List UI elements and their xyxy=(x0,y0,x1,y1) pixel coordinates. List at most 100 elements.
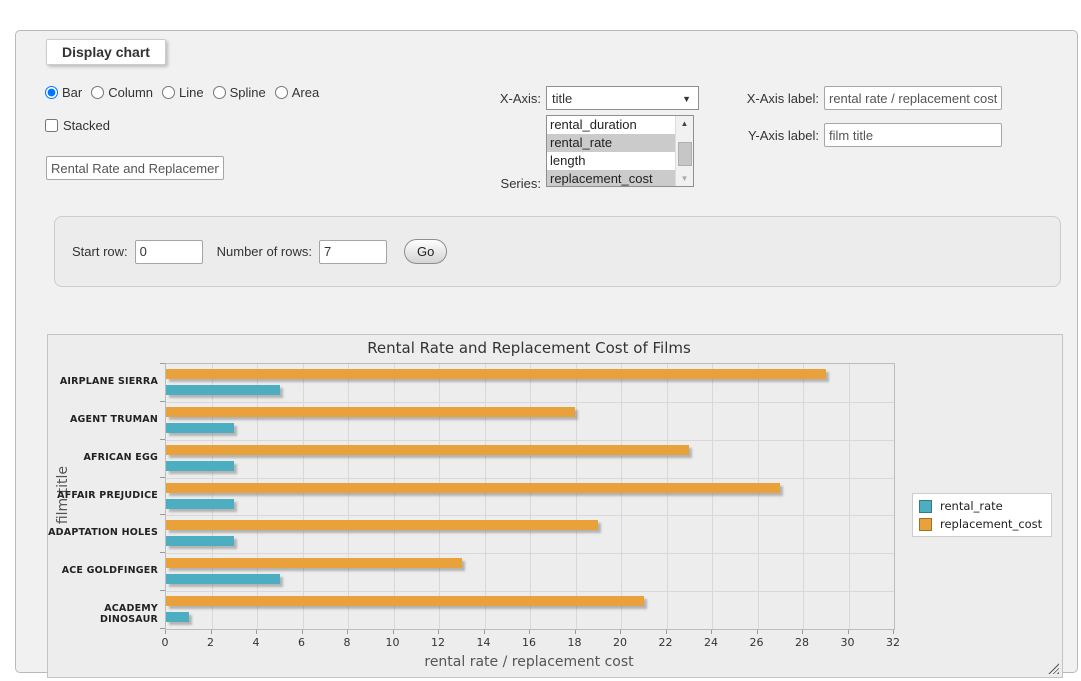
gridline-vertical xyxy=(667,364,668,629)
bar-replacement_cost xyxy=(166,445,689,455)
gridline-horizontal xyxy=(166,440,894,441)
x-axis-tick xyxy=(666,630,667,634)
chart-legend: rental_ratereplacement_cost xyxy=(912,493,1052,537)
x-axis-tick xyxy=(165,630,166,634)
gridline-horizontal xyxy=(166,515,894,516)
x-tick-label: 6 xyxy=(287,636,317,649)
x-axis-title: rental rate / replacement cost xyxy=(165,654,893,670)
gridline-vertical xyxy=(485,364,486,629)
series-options: rental_durationrental_ratelengthreplacem… xyxy=(547,116,675,186)
x-tick-label: 0 xyxy=(150,636,180,649)
x-axis-tick xyxy=(484,630,485,634)
x-tick-label: 30 xyxy=(833,636,863,649)
y-axis-tick xyxy=(160,401,165,402)
bar-rental_rate xyxy=(166,499,234,509)
x-axis-tick xyxy=(393,630,394,634)
x-axis-label-field-label: X-Axis label: xyxy=(728,91,819,106)
gridline-horizontal xyxy=(166,478,894,479)
gridline-vertical xyxy=(803,364,804,629)
y-category-label: AFRICAN EGG xyxy=(48,452,158,463)
bar-rental_rate xyxy=(166,574,280,584)
series-listbox-label: Series: xyxy=(446,176,541,191)
series-option-rental_duration[interactable]: rental_duration xyxy=(547,116,675,134)
series-option-length[interactable]: length xyxy=(547,152,675,170)
x-axis-tick xyxy=(620,630,621,634)
x-axis-tick xyxy=(575,630,576,634)
bar-rental_rate xyxy=(166,423,234,433)
scroll-up-icon[interactable]: ▲ xyxy=(676,116,693,131)
gridline-vertical xyxy=(530,364,531,629)
series-listbox[interactable]: rental_durationrental_ratelengthreplacem… xyxy=(546,115,694,187)
stacked-label: Stacked xyxy=(63,118,110,133)
stacked-checkbox[interactable] xyxy=(45,119,58,132)
chart-type-option-spline: Spline xyxy=(213,85,266,100)
series-listbox-scrollbar[interactable]: ▲ ▼ xyxy=(675,116,693,186)
x-tick-label: 4 xyxy=(241,636,271,649)
x-tick-label: 2 xyxy=(196,636,226,649)
gridline-vertical xyxy=(394,364,395,629)
chart-type-option-line: Line xyxy=(162,85,204,100)
gridline-vertical xyxy=(758,364,759,629)
chart-type-label: Area xyxy=(292,85,319,100)
row-range-panel: Start row: Number of rows: Go xyxy=(54,216,1061,287)
chart-type-radio-column[interactable] xyxy=(91,86,104,99)
resize-handle-icon[interactable] xyxy=(1048,663,1059,674)
x-axis-label-input[interactable] xyxy=(824,86,1002,110)
y-axis-tick xyxy=(160,552,165,553)
x-axis-tick xyxy=(438,630,439,634)
chart-type-option-column: Column xyxy=(91,85,153,100)
y-axis-tick xyxy=(160,590,165,591)
gridline-vertical xyxy=(576,364,577,629)
y-category-label: AGENT TRUMAN xyxy=(48,414,158,425)
x-tick-label: 18 xyxy=(560,636,590,649)
scroll-thumb[interactable] xyxy=(678,142,692,166)
stacked-option: Stacked xyxy=(45,118,110,133)
start-row-input[interactable] xyxy=(135,240,203,264)
x-tick-label: 28 xyxy=(787,636,817,649)
number-of-rows-input[interactable] xyxy=(319,240,387,264)
y-axis-label-input[interactable] xyxy=(824,123,1002,147)
start-row-label: Start row: xyxy=(72,244,128,259)
x-tick-label: 22 xyxy=(651,636,681,649)
bar-replacement_cost xyxy=(166,558,462,568)
legend-swatch-icon xyxy=(919,518,932,531)
chart-type-option-area: Area xyxy=(275,85,319,100)
x-axis-select[interactable]: title ▼ xyxy=(546,86,699,110)
y-axis-tick xyxy=(160,363,165,364)
chart-title-input[interactable] xyxy=(46,156,224,180)
x-tick-label: 26 xyxy=(742,636,772,649)
x-tick-label: 32 xyxy=(878,636,908,649)
x-tick-label: 14 xyxy=(469,636,499,649)
chart-type-label: Bar xyxy=(62,85,82,100)
y-axis-tick xyxy=(160,439,165,440)
y-axis-tick xyxy=(160,514,165,515)
chart-type-radio-line[interactable] xyxy=(162,86,175,99)
scroll-down-icon[interactable]: ▼ xyxy=(676,171,693,186)
series-option-replacement_cost[interactable]: replacement_cost xyxy=(547,170,675,186)
number-of-rows-label: Number of rows: xyxy=(217,244,312,259)
legend-swatch-icon xyxy=(919,500,932,513)
chart-type-radio-area[interactable] xyxy=(275,86,288,99)
x-tick-label: 12 xyxy=(423,636,453,649)
y-category-label: ADAPTATION HOLES xyxy=(48,527,158,538)
go-button[interactable]: Go xyxy=(404,239,447,264)
y-category-label: AFFAIR PREJUDICE xyxy=(48,490,158,501)
legend-label: rental_rate xyxy=(940,499,1003,513)
bar-rental_rate xyxy=(166,461,234,471)
gridline-vertical xyxy=(257,364,258,629)
x-axis-tick xyxy=(848,630,849,634)
series-option-rental_rate[interactable]: rental_rate xyxy=(547,134,675,152)
chart-type-label: Column xyxy=(108,85,153,100)
x-axis-selected-value: title xyxy=(552,91,572,106)
x-tick-label: 24 xyxy=(696,636,726,649)
x-axis-tick xyxy=(529,630,530,634)
display-chart-panel: Display chart Bar Column Line Spline Are… xyxy=(15,30,1078,673)
chart-type-option-bar: Bar xyxy=(45,85,82,100)
chart-type-radio-spline[interactable] xyxy=(213,86,226,99)
y-axis-label-field-label: Y-Axis label: xyxy=(728,128,819,143)
chart-type-radio-bar[interactable] xyxy=(45,86,58,99)
y-category-label: ACADEMY DINOSAUR xyxy=(48,603,158,625)
chart-type-options: Bar Column Line Spline Area xyxy=(45,85,319,100)
x-axis-tick xyxy=(211,630,212,634)
y-axis-tick xyxy=(160,477,165,478)
